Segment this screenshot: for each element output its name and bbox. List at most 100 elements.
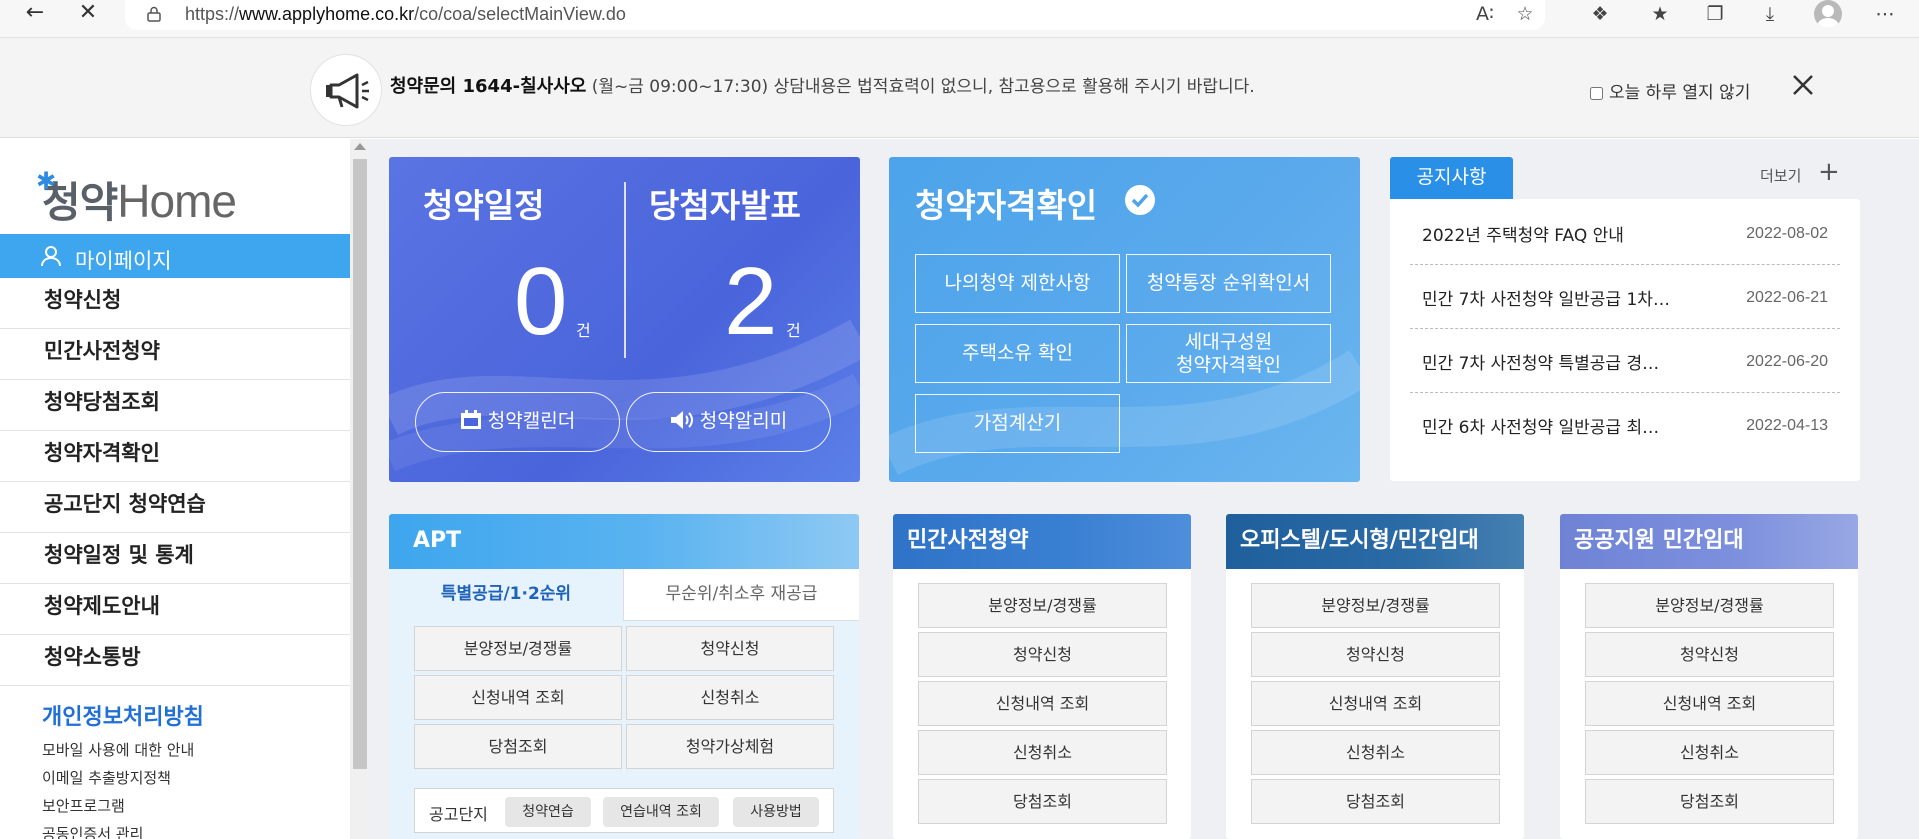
schedule-unit: 건 [576,321,591,340]
checkbox[interactable] [1590,86,1603,100]
history-button[interactable]: 신청내역 조회 [1251,681,1500,726]
more-menu-icon[interactable]: ⋯ [1870,2,1900,28]
extensions-icon[interactable]: ❖ [1585,2,1615,28]
downloads-icon[interactable]: ⤓ [1755,2,1785,28]
notice-title[interactable]: 민간 7차 사전청약 특별공급 경쟁률 안내 [1422,349,1672,374]
privacy-policy-link[interactable]: 개인정보처리방침 [42,699,204,731]
favorites-icon[interactable]: ★ [1645,2,1675,28]
sale-info-button[interactable]: 분양정보/경쟁률 [918,583,1167,628]
email-policy-link[interactable]: 이메일 추출방지정책 [42,767,171,788]
mobile-guide-link[interactable]: 모바일 사용에 대한 안내 [42,739,194,760]
win-check-button[interactable]: 당첨조회 [1251,779,1500,824]
practice-history-button[interactable]: 연습내역 조회 [603,797,719,827]
back-arrow-icon[interactable]: ← [15,0,55,28]
sidebar-item-win-check[interactable]: 청약당첨조회 [0,380,350,431]
notice-date: 2022-06-20 [1746,353,1828,370]
list-item[interactable]: 민간 6차 사전청약 일반공급 최종 안내 2022-04-13 [1410,393,1840,457]
history-button[interactable]: 신청내역 조회 [918,681,1167,726]
winner-title: 당첨자발표 [649,186,801,225]
browser-toolbar: ← ✕ https://www.applyhome.co.kr/co/coa/s… [0,0,1919,38]
megaphone-icon [310,54,382,126]
tab-re-supply[interactable]: 무순위/취소후 재공급 [623,569,859,621]
notice-title[interactable]: 민간 6차 사전청약 일반공급 최종 안내 [1422,413,1672,438]
sidebar-item-schedule-stats[interactable]: 청약일정 및 통계 [0,533,350,584]
how-to-use-button[interactable]: 사용방법 [733,797,819,827]
sidebar-scrollbar[interactable] [350,139,370,839]
divider [624,182,626,358]
schedule-title: 청약일정 [423,186,545,225]
certificate-link[interactable]: 공동인증서 관리 [42,823,143,839]
sidebar-item-mypage[interactable]: 마이페이지 [0,234,350,278]
win-check-button[interactable]: 당첨조회 [414,724,622,769]
card-title: 민간사전청약 [893,514,1191,569]
qualification-card: 청약자격확인 나의청약 제한사항 청약통장 순위확인서 주택소유 확인 세대구성… [889,157,1360,482]
my-restrictions-button[interactable]: 나의청약 제한사항 [915,254,1120,313]
cancel-button[interactable]: 신청취소 [1251,730,1500,775]
notice-tab[interactable]: 공지사항 [1390,157,1513,199]
account-rank-button[interactable]: 청약통장 순위확인서 [1126,254,1331,313]
household-qualification-button[interactable]: 세대구성원 청약자격확인 [1126,324,1331,383]
more-link[interactable]: 더보기 [1760,165,1801,186]
calendar-icon [460,409,481,429]
calendar-button[interactable]: 청약캘린더 [415,392,620,452]
site-logo[interactable]: ✱ 청약Home [36,168,237,230]
user-icon [41,246,61,267]
scroll-thumb[interactable] [353,159,367,769]
speaker-icon [670,410,693,429]
sale-info-button[interactable]: 분양정보/경쟁률 [1251,583,1500,628]
url-text: https://www.applyhome.co.kr/co/coa/selec… [185,4,626,24]
schedule-count[interactable]: 0 [514,247,567,357]
list-item[interactable]: 민간 7차 사전청약 특별공급 경쟁률 안내 2022-06-20 [1410,329,1840,393]
history-button[interactable]: 신청내역 조회 [414,675,622,720]
apply-button[interactable]: 청약신청 [1585,632,1834,677]
card-title: 공공지원 민간임대 [1560,514,1858,569]
close-icon[interactable]: ✕ [68,0,108,28]
win-check-button[interactable]: 당첨조회 [918,779,1167,824]
win-check-button[interactable]: 당첨조회 [1585,779,1834,824]
apt-body: 분양정보/경쟁률 청약신청 신청내역 조회 신청취소 당첨조회 청약가상체험 공… [389,621,859,839]
sidebar-item-qualification[interactable]: 청약자격확인 [0,431,350,482]
pre-apply-card: 민간사전청약 분양정보/경쟁률 청약신청 신청내역 조회 신청취소 당첨조회 [893,514,1191,839]
sidebar-item-practice[interactable]: 공고단지 청약연습 [0,482,350,533]
sidebar-item-communication[interactable]: 청약소통방 [0,635,350,686]
sidebar-item-apply[interactable]: 청약신청 [0,278,350,329]
sidebar-item-pre-apply[interactable]: 민간사전청약 [0,329,350,380]
security-program-link[interactable]: 보안프로그램 [42,795,125,816]
simulation-button[interactable]: 청약가상체험 [626,724,834,769]
favorite-add-icon[interactable]: ☆ [1510,2,1540,28]
winner-count[interactable]: 2 [724,247,777,357]
sale-info-button[interactable]: 분양정보/경쟁률 [414,626,622,671]
cancel-button[interactable]: 신청취소 [1585,730,1834,775]
winner-unit: 건 [786,321,801,340]
scroll-up-arrow-icon[interactable] [354,143,366,150]
apt-card: APT 특별공급/1·2순위 무순위/취소후 재공급 분양정보/경쟁률 청약신청… [389,514,859,839]
notice-date: 2022-06-21 [1746,289,1828,306]
history-button[interactable]: 신청내역 조회 [1585,681,1834,726]
sidebar-item-system-guide[interactable]: 청약제도안내 [0,584,350,635]
apply-button[interactable]: 청약신청 [918,632,1167,677]
home-ownership-button[interactable]: 주택소유 확인 [915,324,1120,383]
officetel-card: 오피스텔/도시형/민간임대 분양정보/경쟁률 청약신청 신청내역 조회 신청취소… [1226,514,1524,839]
sale-info-button[interactable]: 분양정보/경쟁률 [1585,583,1834,628]
practice-button[interactable]: 청약연습 [505,797,591,827]
tab-special-supply[interactable]: 특별공급/1·2순위 [389,569,623,621]
notice-date: 2022-08-02 [1746,225,1828,242]
score-calculator-button[interactable]: 가점계산기 [915,394,1120,453]
notice-title[interactable]: 민간 7차 사전청약 일반공급 1차 당첨자 발표 [1422,285,1672,310]
apply-button[interactable]: 청약신청 [626,626,834,671]
cancel-button[interactable]: 신청취소 [626,675,834,720]
close-icon[interactable] [1790,72,1816,98]
notice-title[interactable]: 2022년 주택청약 FAQ 안내 [1422,221,1672,246]
dont-show-today-checkbox[interactable]: 오늘 하루 열지 않기 [1590,78,1750,103]
list-item[interactable]: 민간 7차 사전청약 일반공급 1차 당첨자 발표 2022-06-21 [1410,265,1840,329]
check-circle-icon [1125,185,1155,215]
plus-icon[interactable]: + [1818,159,1840,185]
cancel-button[interactable]: 신청취소 [918,730,1167,775]
address-bar[interactable]: https://www.applyhome.co.kr/co/coa/selec… [125,0,1545,30]
profile-avatar[interactable] [1814,0,1842,28]
read-aloud-icon[interactable]: A∶ [1470,2,1500,28]
apply-button[interactable]: 청약신청 [1251,632,1500,677]
list-item[interactable]: 2022년 주택청약 FAQ 안내 2022-08-02 [1410,201,1840,265]
alarm-button[interactable]: 청약알리미 [626,392,831,452]
collections-icon[interactable]: ❐ [1700,2,1730,28]
